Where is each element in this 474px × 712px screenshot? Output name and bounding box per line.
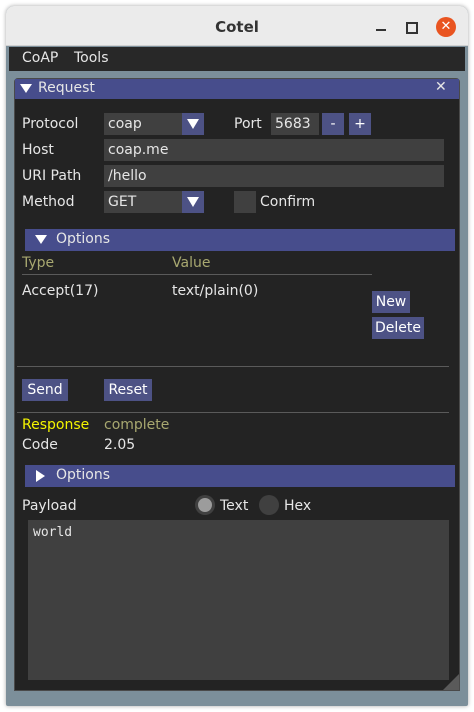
- minimize-icon[interactable]: [372, 18, 390, 36]
- protocol-dropdown-arrow-icon[interactable]: [182, 113, 204, 135]
- close-panel-icon[interactable]: ✕: [435, 79, 447, 95]
- maximize-icon[interactable]: [402, 18, 420, 36]
- method-select[interactable]: GET: [104, 191, 182, 213]
- expand-triangle-icon: [35, 235, 47, 244]
- response-label: Response: [22, 417, 90, 433]
- format-hex-radio[interactable]: [259, 495, 279, 515]
- send-button[interactable]: Send: [22, 379, 68, 401]
- protocol-select[interactable]: coap: [104, 113, 182, 135]
- request-panel-title: Request: [38, 80, 95, 96]
- new-option-button[interactable]: New: [372, 291, 410, 313]
- port-input[interactable]: 5683: [271, 113, 319, 135]
- collapse-triangle-icon[interactable]: [20, 84, 32, 93]
- confirm-label: Confirm: [260, 194, 316, 210]
- delete-option-button[interactable]: Delete: [372, 317, 424, 339]
- uri-path-label: URI Path: [22, 168, 82, 184]
- code-label: Code: [22, 437, 58, 453]
- method-dropdown-arrow-icon[interactable]: [182, 191, 204, 213]
- request-options-header[interactable]: Options: [25, 229, 455, 251]
- window-title: Cotel: [215, 18, 259, 36]
- menu-tools[interactable]: Tools: [74, 50, 109, 66]
- title-bar[interactable]: Cotel ✕: [6, 6, 468, 46]
- protocol-label: Protocol: [22, 116, 79, 132]
- format-text-radio[interactable]: [195, 495, 215, 515]
- options-col-value: Value: [172, 255, 211, 271]
- option-value-cell: text/plain(0): [172, 283, 259, 299]
- host-input[interactable]: coap.me: [104, 139, 444, 161]
- uri-path-input[interactable]: /hello: [104, 165, 444, 187]
- code-value: 2.05: [104, 437, 136, 453]
- port-decrement-button[interactable]: -: [322, 113, 344, 135]
- request-panel: Request ✕ Protocol coap Port 5683 - + Ho…: [14, 78, 460, 691]
- port-label: Port: [234, 116, 262, 132]
- app-window: Cotel ✕ CoAP Tools Request ✕ Protocol co…: [6, 6, 468, 706]
- menu-bar: CoAP Tools: [9, 47, 465, 71]
- response-options-header[interactable]: Options: [25, 465, 455, 487]
- close-window-button[interactable]: ✕: [436, 17, 456, 37]
- payload-label: Payload: [22, 498, 77, 514]
- request-panel-header[interactable]: Request ✕: [15, 79, 459, 99]
- request-options-title: Options: [56, 231, 111, 247]
- section-divider: [17, 412, 449, 413]
- menu-coap[interactable]: CoAP: [22, 50, 58, 66]
- format-text-label: Text: [220, 498, 249, 514]
- section-divider: [17, 366, 449, 367]
- reset-button[interactable]: Reset: [104, 379, 152, 401]
- format-hex-label: Hex: [284, 498, 312, 514]
- options-header-divider: [22, 274, 372, 275]
- response-options-title: Options: [56, 467, 111, 483]
- method-label: Method: [22, 194, 75, 210]
- expand-triangle-icon: [36, 470, 45, 482]
- options-col-type: Type: [22, 255, 55, 271]
- port-increment-button[interactable]: +: [349, 113, 371, 135]
- option-type-cell: Accept(17): [22, 283, 99, 299]
- response-status: complete: [104, 417, 170, 433]
- resize-grip-icon[interactable]: [443, 674, 459, 690]
- host-label: Host: [22, 142, 54, 158]
- confirm-checkbox[interactable]: [234, 191, 256, 213]
- payload-textarea[interactable]: world: [28, 520, 449, 680]
